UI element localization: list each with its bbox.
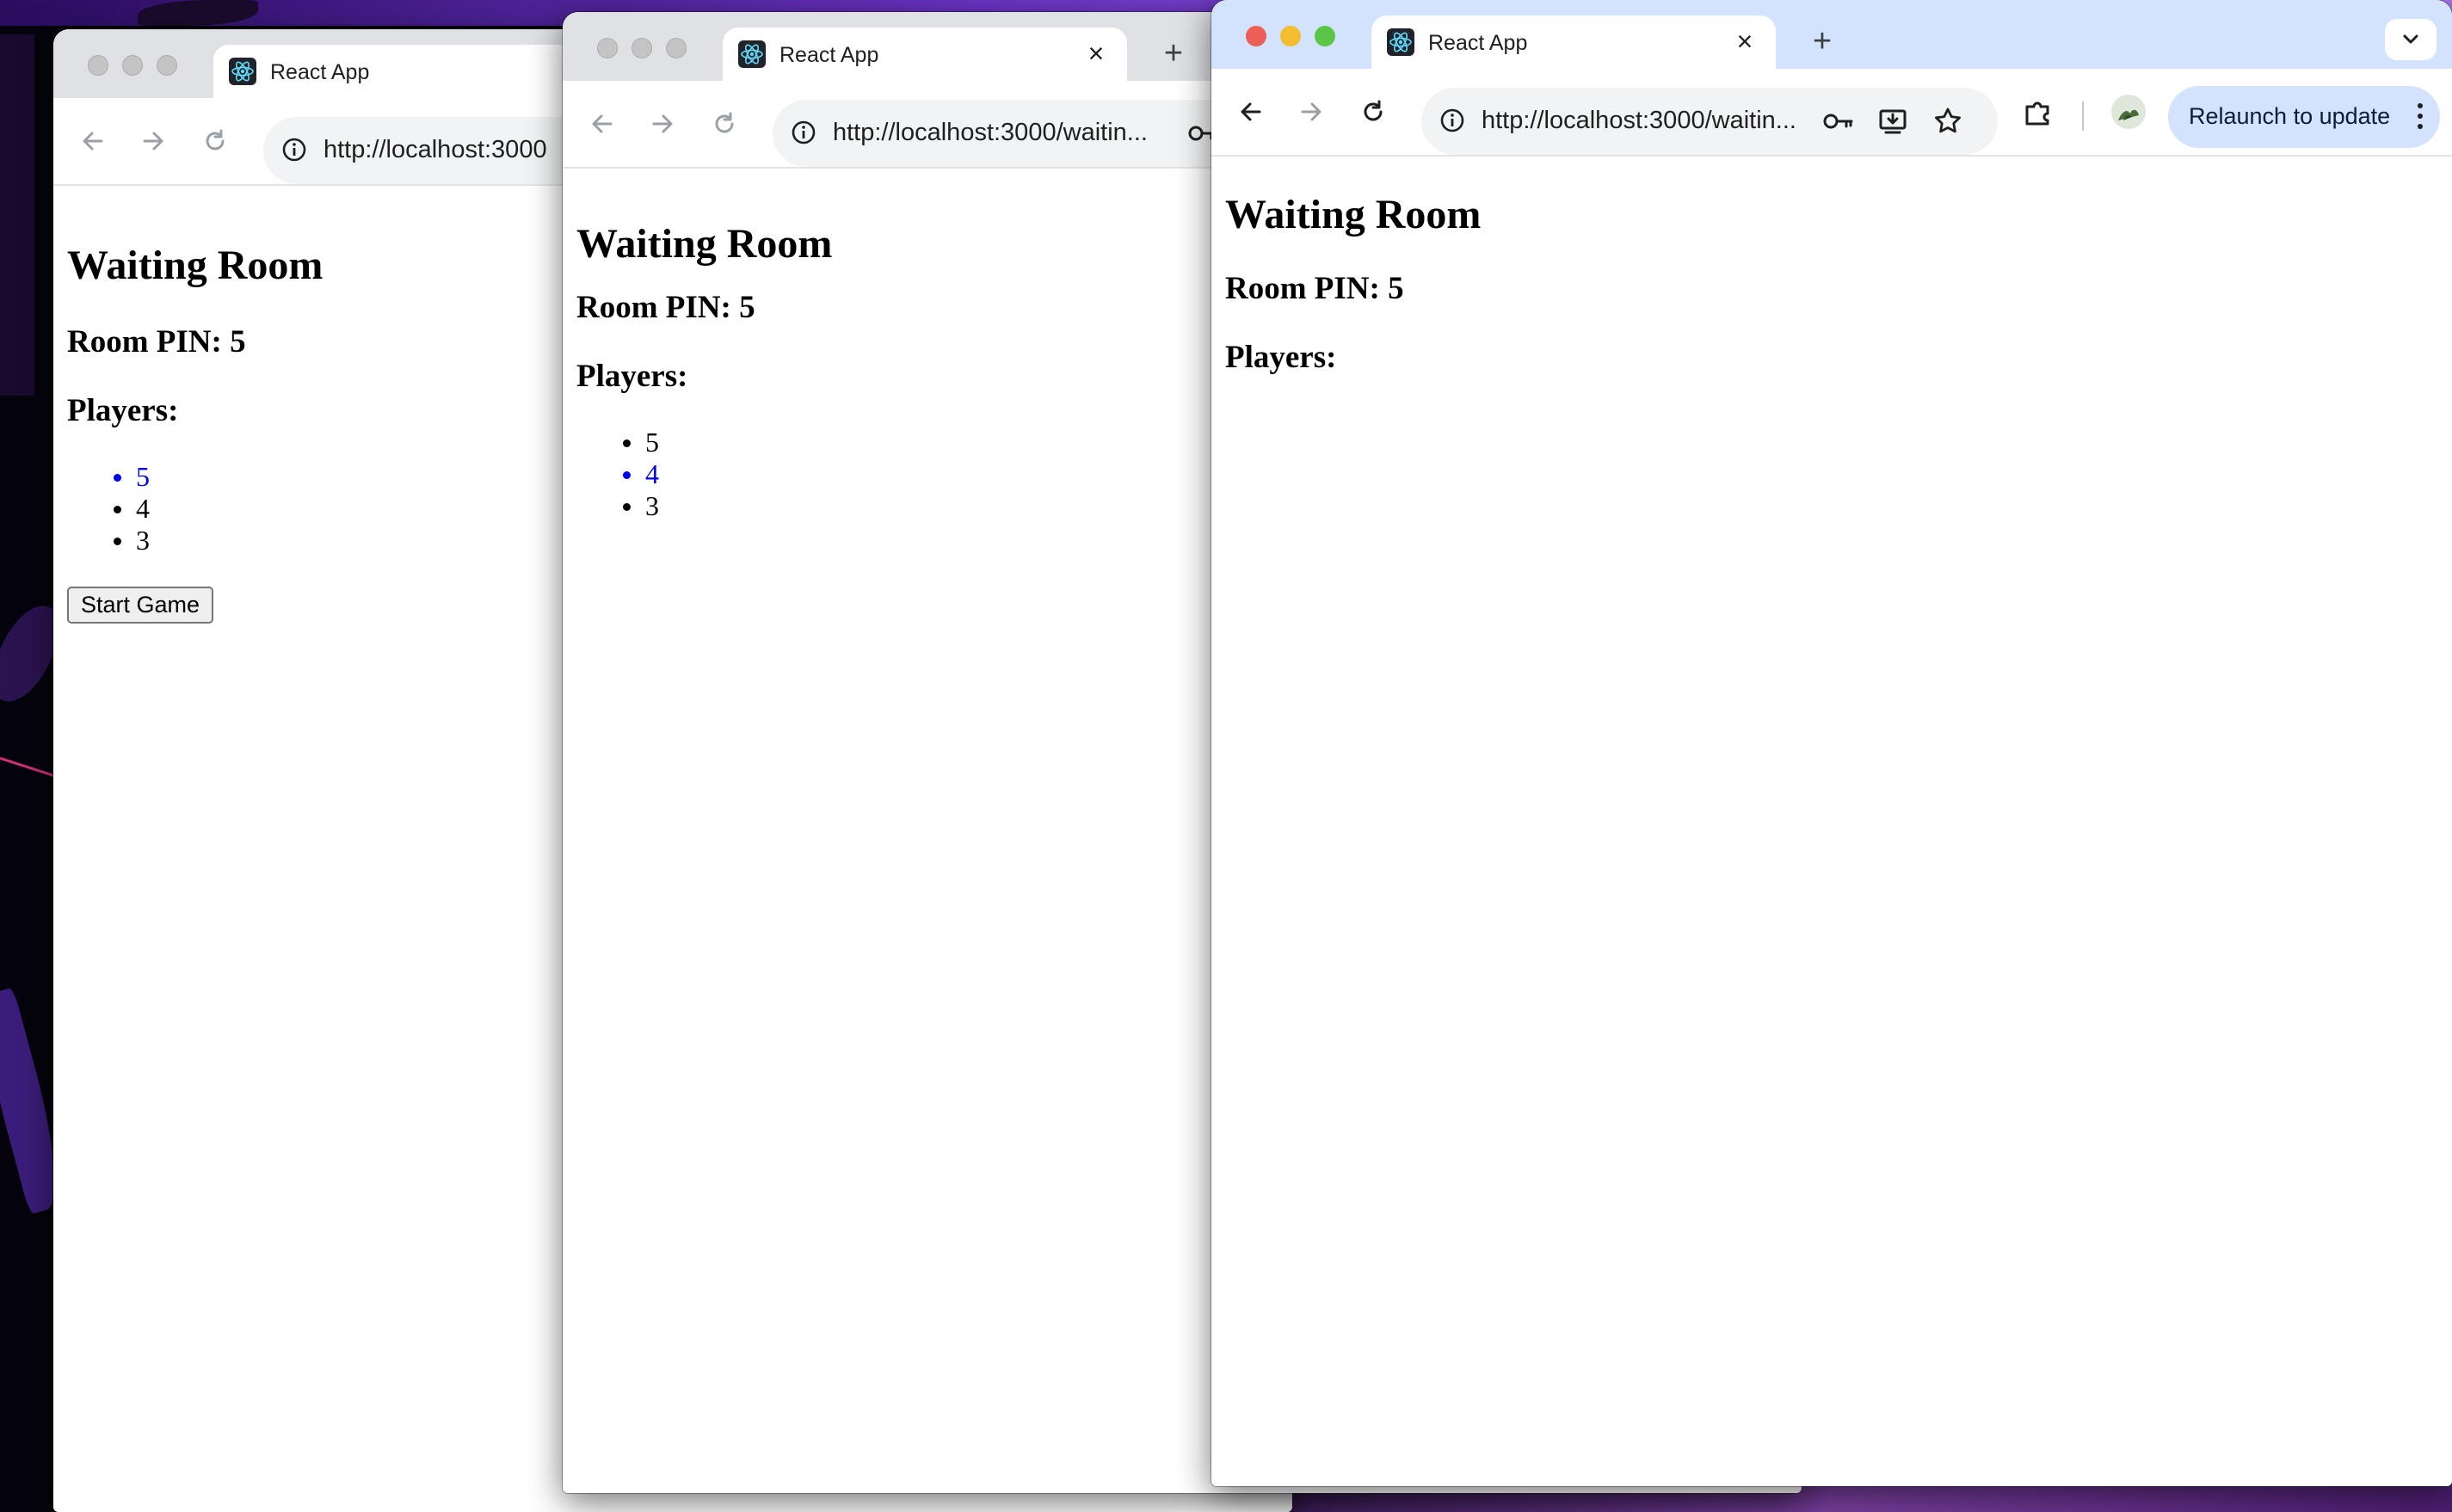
page-title: Waiting Room: [1225, 192, 1482, 237]
tab-title: React App: [779, 43, 879, 67]
forward-arrow-icon[interactable]: [1294, 95, 1328, 129]
react-logo-icon: [229, 58, 256, 85]
zoom-window-button[interactable]: [1315, 26, 1335, 46]
players-label: Players:: [1225, 340, 1337, 375]
window-controls: [1246, 26, 1335, 46]
back-arrow-icon[interactable]: [1234, 95, 1268, 129]
profile-avatar[interactable]: [2111, 95, 2146, 129]
extensions-icon[interactable]: [2020, 95, 2055, 129]
browser-window-3: React App × + http://localhost:3000/wait…: [1211, 0, 2452, 1486]
url-text: http://localhost:3000: [323, 136, 547, 163]
player-list-item: 4: [576, 458, 659, 490]
relaunch-label: Relaunch to update: [2189, 103, 2391, 129]
info-icon[interactable]: [277, 132, 311, 167]
minimize-window-button[interactable]: [1280, 26, 1301, 46]
window-controls: [597, 38, 687, 58]
install-icon[interactable]: [1876, 104, 1910, 138]
player-list-item: 5: [576, 427, 659, 458]
start-game-button[interactable]: Start Game: [67, 587, 214, 624]
room-pin: Room PIN: 5: [576, 290, 755, 325]
window-controls: [88, 55, 177, 76]
players-label: Players:: [576, 359, 688, 394]
close-window-button[interactable]: [88, 55, 108, 76]
relaunch-to-update-button[interactable]: Relaunch to update: [2168, 86, 2440, 148]
reload-icon[interactable]: [1356, 95, 1390, 129]
zoom-window-button[interactable]: [666, 38, 687, 58]
tab-strip: React App × +: [1211, 0, 2452, 69]
player-list-item: 3: [576, 490, 659, 522]
minimize-window-button[interactable]: [122, 55, 143, 76]
page-title: Waiting Room: [67, 243, 323, 288]
address-bar[interactable]: http://localhost:3000/waitin...: [1421, 88, 1998, 155]
players-label: Players:: [67, 393, 179, 428]
close-window-button[interactable]: [597, 38, 618, 58]
chevron-down-icon: [2403, 34, 2418, 44]
forward-arrow-icon[interactable]: [136, 124, 170, 158]
url-text: http://localhost:3000/waitin...: [1482, 107, 1796, 134]
players-list: 5 4 3: [576, 427, 659, 522]
tab-title: React App: [270, 60, 370, 84]
close-icon[interactable]: ×: [1729, 26, 1760, 57]
tab-react-app[interactable]: React App ×: [723, 28, 1127, 81]
reload-icon[interactable]: [707, 107, 742, 141]
react-logo-icon: [738, 40, 766, 68]
plus-icon[interactable]: +: [1803, 22, 1841, 60]
key-icon[interactable]: [1821, 104, 1855, 138]
reload-icon[interactable]: [198, 124, 232, 158]
room-pin: Room PIN: 5: [67, 324, 246, 360]
info-icon[interactable]: [1435, 103, 1469, 138]
more-vert-icon[interactable]: [2416, 103, 2424, 131]
info-icon[interactable]: [786, 115, 821, 150]
plus-icon[interactable]: +: [1155, 34, 1192, 72]
url-text: http://localhost:3000/waitin...: [833, 119, 1148, 146]
player-list-item: 4: [67, 493, 150, 525]
react-logo-icon: [1387, 28, 1414, 56]
page-content: Waiting Room Room PIN: 5 Players:: [1211, 157, 2452, 1486]
player-list-item: 5: [67, 461, 150, 493]
tab-title: React App: [1428, 31, 1528, 55]
tab-react-app[interactable]: React App: [213, 45, 575, 98]
page-title: Waiting Room: [576, 221, 833, 267]
star-icon[interactable]: [1931, 104, 1965, 138]
tab-react-app[interactable]: React App ×: [1371, 15, 1776, 69]
room-pin: Room PIN: 5: [1225, 271, 1404, 306]
wallpaper-foliage: [0, 34, 34, 396]
players-list: 5 4 3: [67, 461, 150, 556]
back-arrow-icon[interactable]: [76, 124, 110, 158]
close-icon[interactable]: ×: [1081, 38, 1112, 69]
forward-arrow-icon[interactable]: [645, 107, 680, 141]
close-window-button[interactable]: [1246, 26, 1266, 46]
player-list-item: 3: [67, 525, 150, 556]
minimize-window-button[interactable]: [631, 38, 652, 58]
zoom-window-button[interactable]: [157, 55, 177, 76]
back-arrow-icon[interactable]: [585, 107, 619, 141]
toolbar-divider: [2082, 101, 2084, 131]
wallpaper-streak: [0, 757, 59, 778]
tab-search-button[interactable]: [2385, 19, 2437, 60]
browser-toolbar: http://localhost:3000/waitin... Relaunch…: [1211, 69, 2452, 157]
